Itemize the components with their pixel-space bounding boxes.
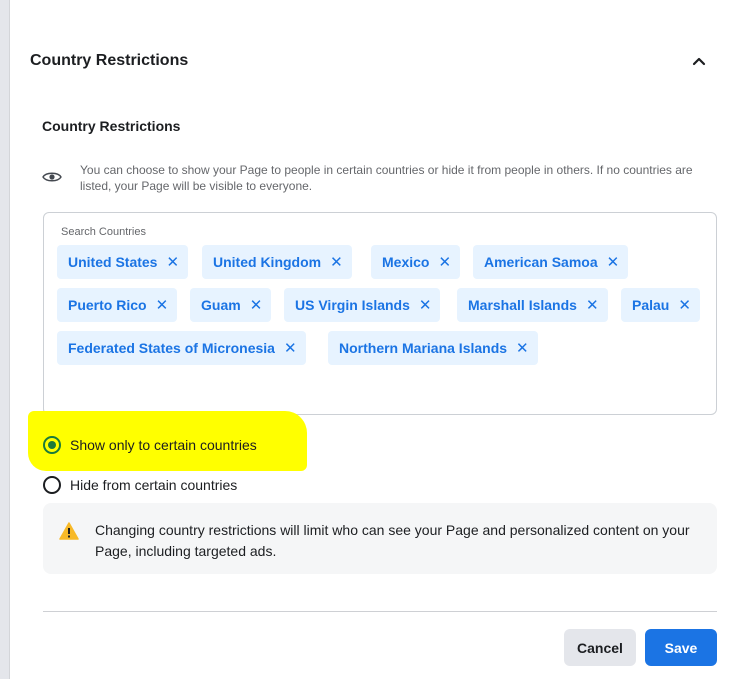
chip-row-1: United States ✕ United Kingdom ✕ Mexico … (57, 245, 707, 279)
country-chip-puerto-rico[interactable]: Puerto Rico ✕ (57, 288, 178, 322)
radio-button-selected[interactable] (43, 436, 61, 454)
chip-label: Puerto Rico (68, 297, 147, 313)
close-icon[interactable]: ✕ (330, 253, 343, 271)
radio-hide-from[interactable]: Hide from certain countries (43, 476, 237, 494)
search-countries-box[interactable]: Search Countries United States ✕ United … (43, 212, 717, 415)
chip-label: Marshall Islands (468, 297, 577, 313)
close-icon[interactable]: ✕ (607, 253, 620, 271)
close-icon[interactable]: ✕ (250, 296, 263, 314)
info-text: You can choose to show your Page to peop… (80, 163, 693, 193)
radio-button-unselected[interactable] (43, 476, 61, 494)
chip-label: Guam (201, 297, 241, 313)
close-icon[interactable]: ✕ (419, 296, 432, 314)
chip-label: United States (68, 254, 158, 270)
chevron-up-icon[interactable] (692, 54, 706, 68)
left-edge-border (0, 0, 10, 679)
warning-notice: Changing country restrictions will limit… (43, 503, 717, 574)
chip-label: Mexico (382, 254, 430, 270)
chip-label: United Kingdom (213, 254, 322, 270)
eye-icon (42, 172, 62, 182)
radio-hide-from-label: Hide from certain countries (70, 477, 238, 493)
country-chip-federated-states-of-micronesia[interactable]: Federated States of Micronesia ✕ (57, 331, 306, 365)
chip-row-2: Puerto Rico ✕ Guam ✕ US Virgin Islands ✕… (57, 288, 707, 322)
info-row: You can choose to show your Page to peop… (42, 162, 718, 194)
chip-label: American Samoa (484, 254, 598, 270)
country-chip-us-virgin-islands[interactable]: US Virgin Islands ✕ (284, 288, 441, 322)
close-icon[interactable]: ✕ (284, 339, 297, 357)
country-chip-united-states[interactable]: United States ✕ (57, 245, 189, 279)
chip-row-3: Federated States of Micronesia ✕ Norther… (57, 331, 707, 365)
country-chip-guam[interactable]: Guam ✕ (190, 288, 272, 322)
country-chip-mexico[interactable]: Mexico ✕ (371, 245, 461, 279)
country-chip-united-kingdom[interactable]: United Kingdom ✕ (202, 245, 352, 279)
chip-label: US Virgin Islands (295, 297, 410, 313)
close-icon[interactable]: ✕ (516, 339, 529, 357)
radio-show-only[interactable]: Show only to certain countries (43, 436, 257, 454)
country-chip-marshall-islands[interactable]: Marshall Islands ✕ (457, 288, 608, 322)
close-icon[interactable]: ✕ (438, 253, 451, 271)
search-countries-label: Search Countries (61, 226, 146, 238)
warning-triangle-icon (59, 522, 79, 540)
close-icon[interactable]: ✕ (166, 253, 179, 271)
warning-text: Changing country restrictions will limit… (95, 522, 690, 559)
close-icon[interactable]: ✕ (678, 296, 691, 314)
panel-header[interactable]: Country Restrictions (30, 48, 710, 74)
footer-divider (43, 611, 717, 612)
country-chip-northern-mariana-islands[interactable]: Northern Mariana Islands ✕ (328, 331, 538, 365)
chip-label: Northern Mariana Islands (339, 340, 508, 356)
radio-show-only-label: Show only to certain countries (70, 437, 257, 453)
save-button[interactable]: Save (645, 629, 717, 666)
country-chip-american-samoa[interactable]: American Samoa ✕ (473, 245, 629, 279)
country-chip-palau[interactable]: Palau ✕ (621, 288, 700, 322)
close-icon[interactable]: ✕ (586, 296, 599, 314)
section-title: Country Restrictions (42, 118, 181, 134)
panel-header-title: Country Restrictions (30, 52, 189, 69)
chip-label: Palau (632, 297, 670, 313)
cancel-button[interactable]: Cancel (564, 629, 636, 666)
close-icon[interactable]: ✕ (156, 296, 169, 314)
chip-label: Federated States of Micronesia (68, 340, 275, 356)
